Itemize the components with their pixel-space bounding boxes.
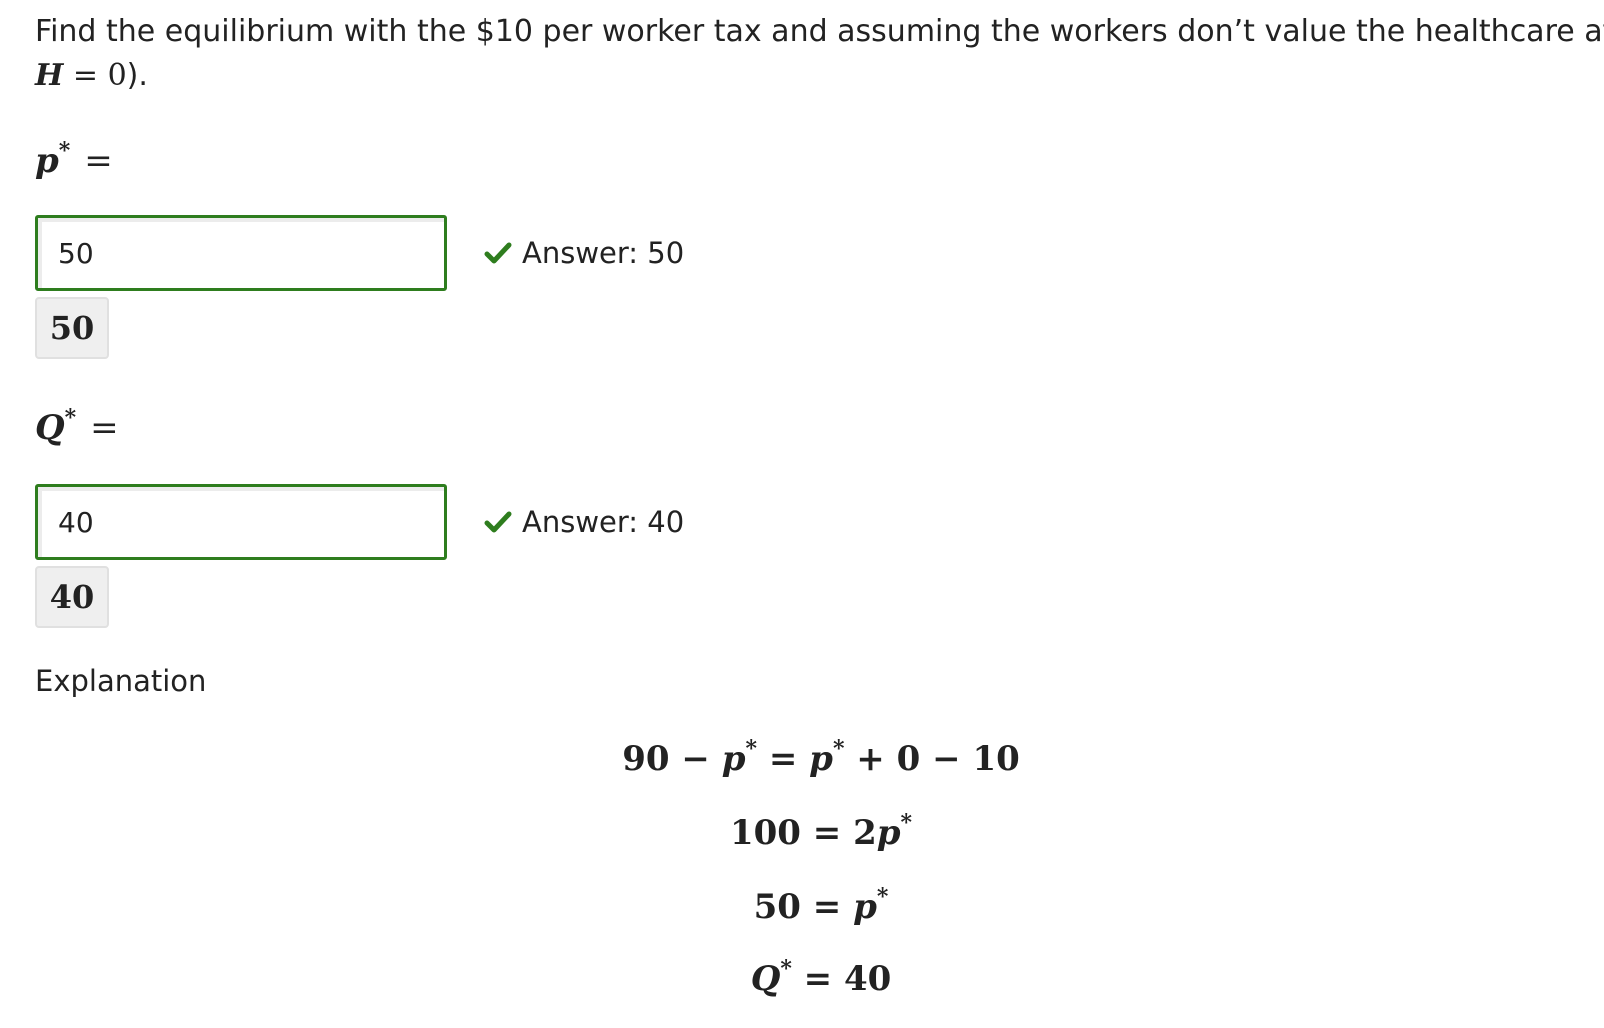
eq2-star: * (900, 810, 913, 836)
p-symbol: p (35, 141, 59, 181)
p-star-feedback-text: Answer: 50 (522, 236, 685, 270)
eq3-star: * (876, 884, 889, 910)
q-star-feedback: Answer: 40 (484, 505, 684, 539)
eq2-part-a: 100 = 2 (729, 813, 877, 853)
explanation-heading: Explanation (35, 664, 207, 698)
q-star-preview: 40 (35, 566, 109, 628)
p-star-preview: 50 (35, 297, 109, 359)
eq1-part-b: + 0 − 10 (844, 739, 1020, 779)
q-equals-sign: = (90, 408, 119, 448)
eq1-equals: = (757, 739, 810, 779)
eq4-part-b: = 40 (791, 959, 892, 999)
eq4-q-symbol: Q (750, 959, 781, 999)
question-equals-zero: = 0 (63, 58, 127, 93)
p-star-label: p* = (35, 138, 113, 181)
eq3-p-symbol: p (853, 887, 877, 927)
eq1-star-2: * (832, 736, 845, 762)
explanation-equation-2: 100 = 2p* (0, 810, 1604, 853)
eq4-star: * (780, 956, 792, 982)
p-star-superscript: * (58, 138, 71, 164)
eq3-part-a: 50 = (753, 887, 854, 927)
question-tail: ). (126, 58, 148, 93)
p-equals-sign: = (84, 141, 113, 181)
explanation-equation-1: 90 − p* = p* + 0 − 10 (0, 736, 1604, 779)
eq1-p-symbol-1: p (721, 739, 746, 779)
question-variable-h: H (35, 58, 64, 93)
explanation-equation-4: Q* = 40 (0, 956, 1604, 999)
p-star-feedback: Answer: 50 (484, 236, 684, 270)
question-line-2: H = 0). (35, 54, 1595, 98)
q-star-label: Q* = (35, 405, 119, 448)
question-text: Find the equilibrium with the $10 per wo… (35, 10, 1604, 98)
eq1-part-a: 90 − (622, 739, 722, 779)
question-line-1: Find the equilibrium with the $10 per wo… (35, 14, 1604, 49)
q-star-answer-input[interactable] (35, 484, 447, 560)
q-star-superscript: * (64, 405, 77, 431)
explanation-equation-3: 50 = p* (0, 884, 1604, 927)
q-symbol: Q (35, 408, 65, 448)
p-star-answer-input[interactable] (35, 215, 447, 291)
q-star-feedback-text: Answer: 40 (522, 505, 685, 539)
eq1-star-1: * (745, 736, 757, 762)
eq1-p-symbol-2: p (809, 739, 833, 779)
eq2-p-symbol: p (876, 813, 901, 853)
checkmark-icon (484, 242, 512, 264)
checkmark-icon (484, 511, 512, 533)
